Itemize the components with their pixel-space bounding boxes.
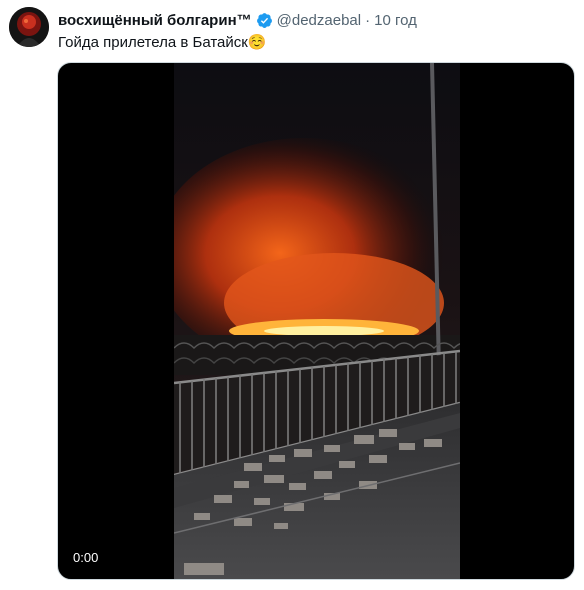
tweet-text: Гойда прилетела в Батайск☺️ (58, 34, 267, 51)
separator-dot: · (365, 11, 371, 29)
display-name[interactable]: восхищённый болгарин™ (58, 12, 252, 29)
user-handle[interactable]: @dedzaebal (277, 12, 361, 29)
timestamp[interactable]: 10 год (374, 12, 417, 29)
avatar[interactable] (9, 7, 49, 47)
tweet[interactable]: восхищённый болгарин™ @dedzaebal · 10 го… (0, 0, 584, 590)
tweet-header: восхищённый болгарин™ @dedzaebal · 10 го… (58, 10, 417, 30)
video-timecode: 0:00 (68, 548, 104, 567)
video-frame (174, 63, 460, 579)
video-player[interactable]: 0:00 (57, 62, 575, 580)
verified-badge-icon (256, 12, 272, 28)
avatar-image (9, 7, 49, 47)
